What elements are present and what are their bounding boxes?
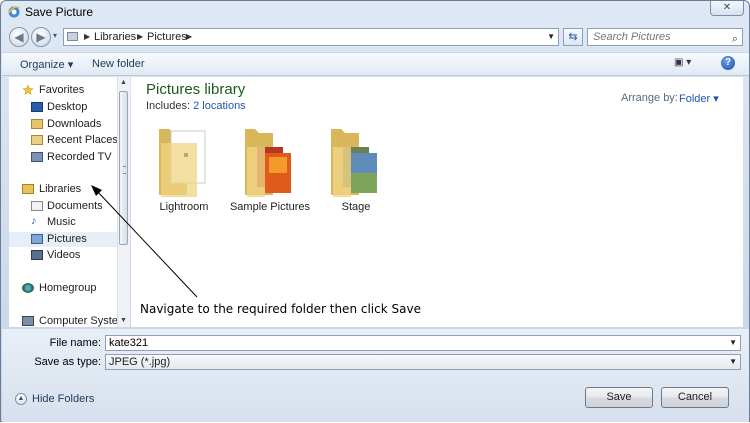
cancel-button[interactable]: Cancel: [661, 387, 729, 408]
save-type-select[interactable]: JPEG (*.jpg) ▼: [105, 354, 741, 370]
file-name-label: File name:: [49, 337, 101, 349]
file-name-field[interactable]: ▼: [105, 335, 741, 351]
hide-folders-button[interactable]: Hide Folders: [32, 393, 94, 405]
chevron-down-icon[interactable]: ▼: [729, 355, 737, 369]
collapse-icon[interactable]: ▲: [15, 393, 27, 405]
save-type-value: JPEG (*.jpg): [109, 356, 171, 368]
annotation-text: Navigate to the required folder then cli…: [140, 302, 421, 316]
save-button[interactable]: Save: [585, 387, 653, 408]
chevron-down-icon[interactable]: ▼: [729, 336, 737, 350]
save-dialog: Save Picture ✕ ◀ ▶ ▾ ▶ Libraries ▶ Pictu…: [0, 0, 750, 422]
save-type-label: Save as type:: [34, 356, 101, 368]
file-name-input[interactable]: [109, 336, 709, 350]
